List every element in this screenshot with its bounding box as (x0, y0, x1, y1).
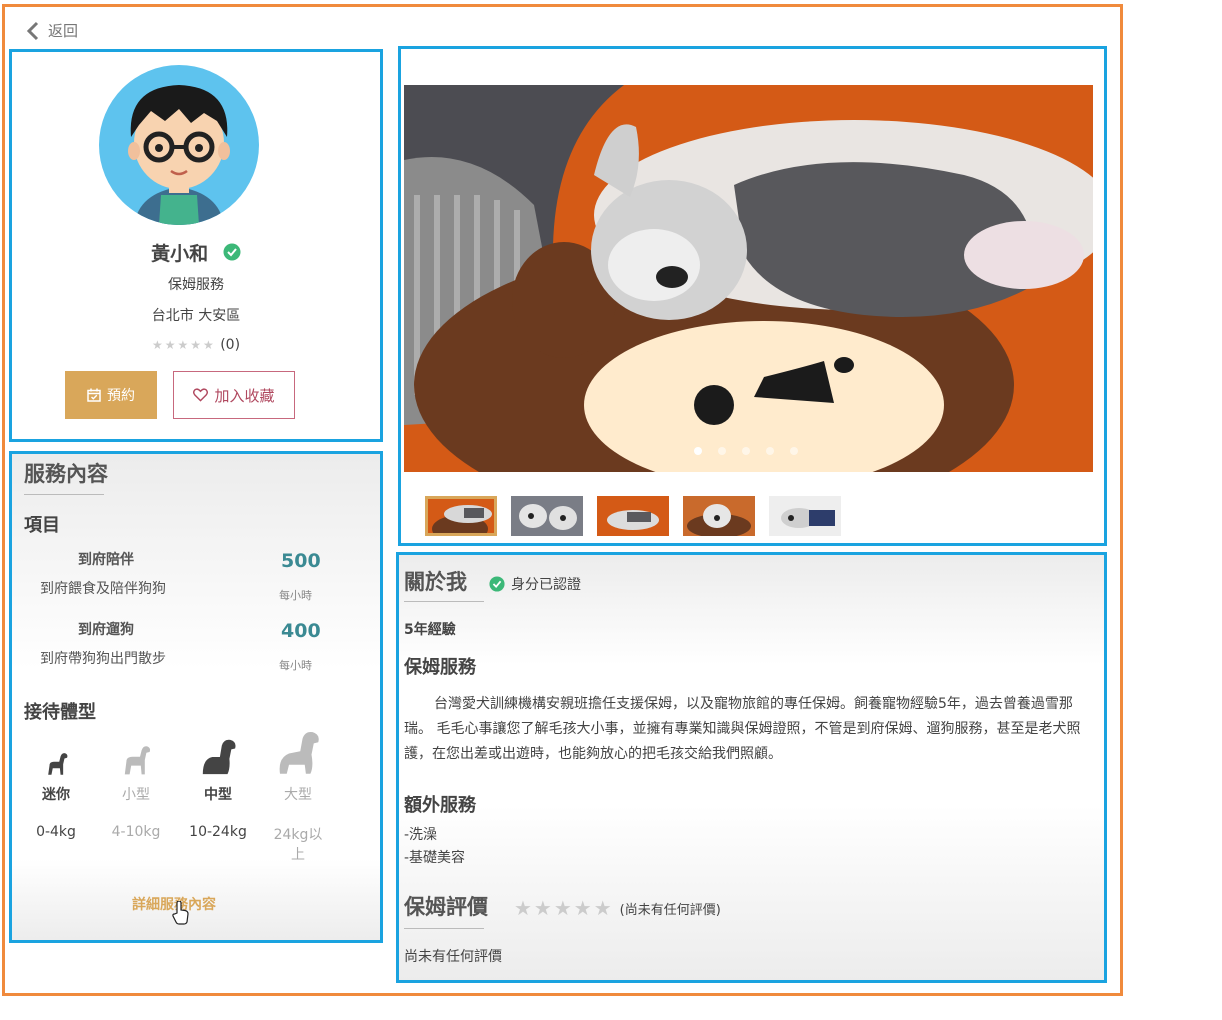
photo-thumbnail[interactable] (683, 496, 755, 536)
size-small: 小型 4-10kg (106, 744, 166, 840)
items-heading: 項目 (24, 515, 60, 536)
extra-item: -基礎美容 (404, 850, 466, 866)
service-unit: 每小時 (279, 589, 312, 602)
verified-check-icon (489, 576, 505, 592)
size-label: 迷你 (42, 787, 70, 803)
extra-item: -洗澡 (404, 827, 438, 843)
photo-gallery (398, 46, 1107, 546)
size-range: 10-24kg (189, 824, 247, 840)
about-description: 台灣愛犬訓練機構安親班擔任支援保姆，以及寵物旅館的專任保姆。飼養寵物經驗5年，過… (404, 696, 1081, 762)
sizes-heading: 接待體型 (24, 702, 96, 723)
size-label: 中型 (204, 787, 232, 803)
size-range: 4-10kg (111, 824, 161, 840)
size-range: 24kg以上 (273, 827, 323, 863)
star-rating-icon: ★★★★★ (151, 338, 216, 352)
rating-row: ★★★★★ (0) (12, 337, 380, 353)
calendar-icon (87, 388, 101, 402)
service-price: 400 (281, 620, 321, 642)
no-reviews-text: 尚未有任何評價 (404, 949, 502, 965)
dog-mini-icon (48, 753, 68, 775)
carousel-dot[interactable] (694, 447, 702, 455)
verified-badge: 身分已認證 (489, 574, 581, 594)
services-panel: 服務內容 項目 到府陪伴 到府餵食及陪伴狗狗 500 每小時 到府遛狗 到府帶狗… (9, 451, 383, 943)
review-heading: 保姆評價 (404, 895, 488, 919)
dog-medium-icon (202, 739, 236, 775)
dog-large-icon (279, 731, 319, 774)
photo-thumbnail[interactable] (511, 496, 583, 536)
verified-check-icon (223, 243, 241, 266)
service-name: 到府陪伴 (78, 552, 134, 568)
favorite-label: 加入收藏 (214, 386, 275, 405)
service-name: 到府遛狗 (78, 622, 134, 638)
title-underline (404, 928, 484, 929)
carousel-dot[interactable] (790, 447, 798, 455)
size-medium: 中型 10-24kg (188, 738, 248, 840)
review-note: (尚未有任何評價) (619, 902, 721, 918)
thumbnail-strip (425, 496, 841, 536)
carousel-dot[interactable] (742, 447, 750, 455)
heart-icon (193, 388, 209, 402)
service-desc: 到府餵食及陪伴狗狗 (40, 581, 166, 597)
size-label: 小型 (122, 787, 150, 803)
photo-thumbnail[interactable] (597, 496, 669, 536)
size-mini: 迷你 0-4kg (26, 750, 86, 840)
verified-label: 身分已認證 (511, 577, 581, 593)
service-desc: 到府帶狗狗出門散步 (40, 651, 166, 667)
experience: 5年經驗 (404, 622, 456, 638)
caregiver-name: 黃小和 (12, 239, 380, 266)
carousel-dot[interactable] (718, 447, 726, 455)
back-label: 返回 (48, 22, 79, 40)
section-shade (399, 805, 1104, 980)
star-rating-icon: ★★★★★ (514, 896, 614, 920)
photo-thumbnail[interactable] (769, 496, 841, 536)
caregiver-name-text: 黃小和 (151, 243, 209, 265)
service-type: 保姆服務 (168, 277, 224, 293)
profile-card: 黃小和 保姆服務 台北市 大安區 ★★★★★ (0) 預約 加入收藏 (9, 49, 383, 442)
size-range: 0-4kg (36, 824, 76, 840)
service-price: 500 (281, 550, 321, 572)
service-heading: 保姆服務 (404, 657, 476, 678)
back-link[interactable]: 返回 (26, 20, 78, 41)
title-underline (24, 494, 104, 495)
about-title: 關於我 (404, 570, 467, 594)
about-panel: 關於我 身分已認證 5年經驗 保姆服務 台灣愛犬訓練機構安親班擔任支援保姆，以及… (396, 552, 1107, 983)
service-unit: 每小時 (279, 659, 312, 672)
location: 台北市 大安區 (151, 308, 241, 324)
photo-thumbnail[interactable] (425, 496, 497, 536)
main-photo[interactable] (404, 85, 1093, 472)
carousel-dots (694, 447, 798, 455)
title-underline (404, 601, 484, 602)
hand-cursor-icon (172, 901, 189, 925)
chevron-left-icon (26, 21, 39, 40)
carousel-dot[interactable] (766, 447, 774, 455)
dog-small-icon (124, 746, 151, 775)
section-shade (399, 555, 1104, 665)
add-favorite-button[interactable]: 加入收藏 (173, 371, 295, 419)
review-rating-row: ★★★★★ (尚未有任何評價) (514, 896, 721, 920)
size-label: 大型 (284, 787, 312, 803)
extra-heading: 額外服務 (404, 795, 476, 816)
book-button[interactable]: 預約 (65, 371, 157, 419)
avatar (99, 65, 259, 225)
rating-count: (0) (220, 337, 241, 353)
size-large: 大型 24kg以上 (268, 731, 328, 864)
services-title: 服務內容 (24, 462, 108, 486)
book-label: 預約 (107, 388, 135, 404)
